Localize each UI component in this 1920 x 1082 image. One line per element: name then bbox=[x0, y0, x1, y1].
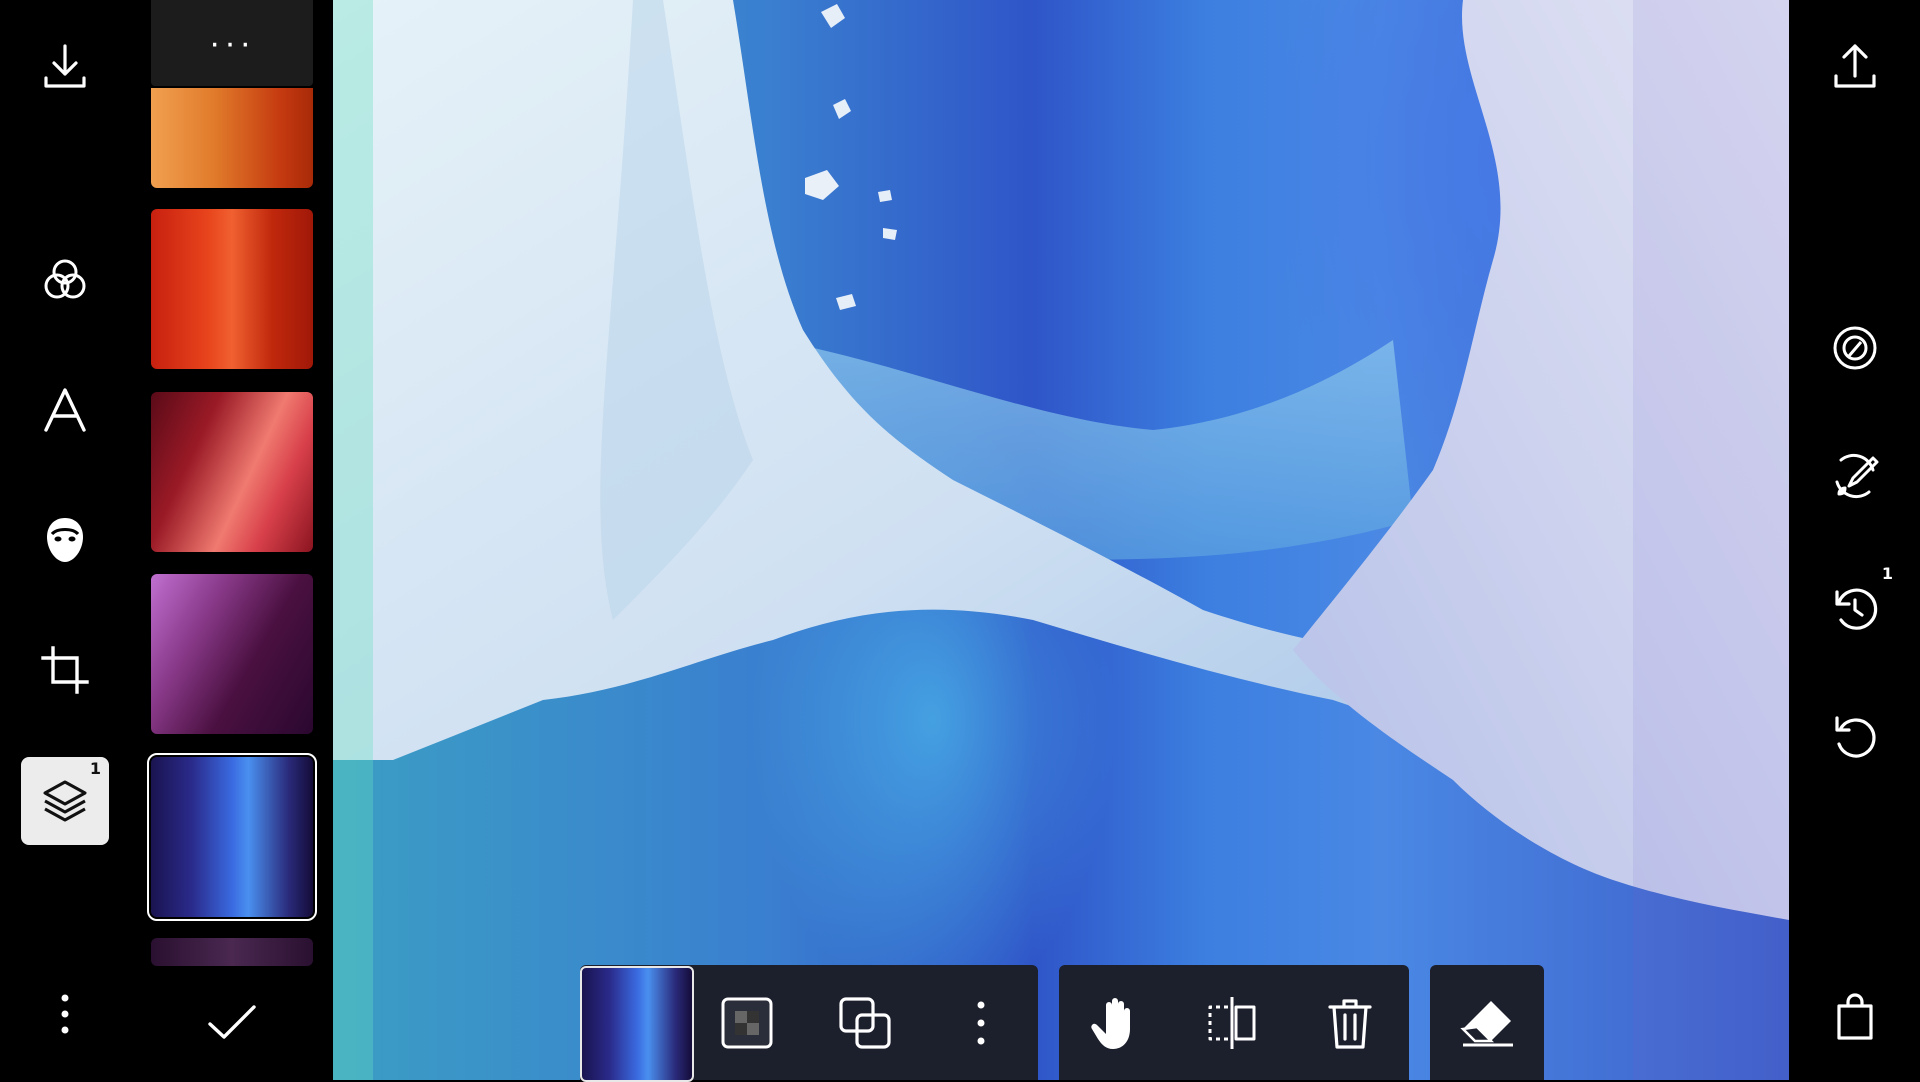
more-options-button[interactable] bbox=[21, 970, 109, 1058]
checkmark-icon bbox=[208, 1005, 256, 1039]
blend-mode-icon bbox=[839, 996, 891, 1049]
history-button[interactable]: 1 bbox=[1815, 564, 1895, 648]
download-icon bbox=[44, 44, 86, 88]
overlay-thumb-blue-selected[interactable] bbox=[147, 753, 317, 921]
history-icon bbox=[1835, 588, 1878, 630]
erase-toolbar-group bbox=[1430, 965, 1544, 1080]
revert-button[interactable] bbox=[1815, 696, 1895, 776]
more-vertical-icon bbox=[61, 994, 69, 1034]
share-upload-icon bbox=[1834, 44, 1876, 88]
flip-button[interactable] bbox=[1177, 965, 1287, 1080]
layers-icon bbox=[43, 780, 87, 822]
revert-icon bbox=[1835, 716, 1876, 758]
overlay-thumb-crimson[interactable] bbox=[151, 392, 313, 552]
overlay-thumb-partial[interactable] bbox=[151, 938, 313, 966]
overlay-thumb-purple[interactable] bbox=[151, 574, 313, 734]
more-vertical-icon bbox=[977, 1001, 985, 1044]
face-button[interactable] bbox=[21, 496, 109, 584]
looks-button[interactable] bbox=[1815, 308, 1895, 388]
shopping-bag-icon bbox=[1837, 993, 1873, 1040]
overlay-thumbnail-strip: ··· bbox=[130, 0, 333, 1080]
overlay-thumb-red[interactable] bbox=[151, 209, 313, 369]
hand-icon bbox=[1091, 997, 1130, 1049]
layers-button[interactable]: 1 bbox=[21, 757, 109, 845]
move-button[interactable] bbox=[1059, 965, 1169, 1080]
export-button[interactable] bbox=[1815, 26, 1895, 106]
heal-brush-icon bbox=[1835, 453, 1879, 499]
active-layer-thumbnail[interactable] bbox=[580, 966, 694, 1082]
flip-icon bbox=[1208, 996, 1256, 1049]
delete-button[interactable] bbox=[1295, 965, 1405, 1080]
transparency-checker-icon bbox=[721, 997, 773, 1048]
heal-button[interactable] bbox=[1815, 436, 1895, 516]
opacity-button[interactable] bbox=[692, 965, 802, 1080]
filters-icon bbox=[44, 259, 86, 299]
trash-icon bbox=[1328, 998, 1372, 1049]
filters-button[interactable] bbox=[21, 236, 109, 324]
erase-button[interactable] bbox=[1432, 965, 1542, 1080]
history-badge: 1 bbox=[1881, 564, 1893, 583]
layer-more-button[interactable] bbox=[926, 965, 1036, 1080]
confirm-button[interactable] bbox=[200, 990, 264, 1054]
more-overlays-button[interactable]: ··· bbox=[151, 0, 313, 86]
transform-toolbar-group bbox=[1059, 965, 1409, 1080]
looks-icon bbox=[1833, 326, 1877, 370]
right-tool-rail: 1 bbox=[1789, 0, 1920, 1080]
crop-icon bbox=[41, 646, 89, 694]
blend-button[interactable] bbox=[810, 965, 920, 1080]
download-button[interactable] bbox=[21, 22, 109, 110]
text-icon bbox=[44, 388, 86, 432]
left-tool-rail: 1 bbox=[0, 0, 130, 1080]
overlay-thumb-orange[interactable] bbox=[151, 88, 313, 188]
text-button[interactable] bbox=[21, 366, 109, 454]
iceberg-photo bbox=[333, 0, 1789, 1080]
face-icon bbox=[47, 518, 83, 562]
crop-button[interactable] bbox=[21, 626, 109, 714]
eraser-icon bbox=[1460, 1000, 1513, 1046]
photo-canvas[interactable] bbox=[333, 0, 1789, 1080]
shop-button[interactable] bbox=[1815, 976, 1895, 1056]
layers-badge: 1 bbox=[89, 759, 101, 778]
